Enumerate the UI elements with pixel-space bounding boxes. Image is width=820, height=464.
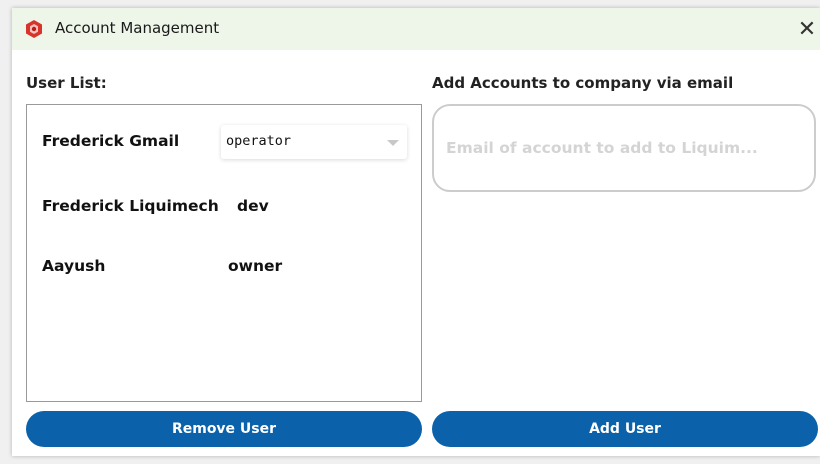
user-list-label: User List:	[26, 74, 107, 92]
close-button[interactable]: ✕	[794, 8, 820, 50]
app-logo-icon	[24, 19, 44, 39]
add-accounts-label: Add Accounts to company via email	[432, 74, 734, 92]
user-name: Frederick Gmail	[42, 132, 180, 150]
window-title: Account Management	[55, 19, 220, 37]
user-name: Aayush	[42, 257, 106, 275]
role-select-value: operator	[226, 133, 292, 149]
account-management-dialog: Account Management ✕ User List: Add Acco…	[12, 8, 820, 456]
close-icon: ✕	[797, 16, 817, 42]
chevron-down-icon	[387, 140, 399, 146]
user-name: Frederick Liquimech	[42, 197, 219, 215]
title-bar: Account Management ✕	[12, 8, 820, 50]
add-user-button[interactable]: Add User	[432, 411, 818, 447]
email-field[interactable]	[432, 104, 816, 192]
user-role: owner	[228, 257, 283, 275]
remove-user-button[interactable]: Remove User	[26, 411, 422, 447]
role-select[interactable]: operator	[221, 125, 407, 159]
user-list[interactable]: Frederick Gmail operator Frederick Liqui…	[26, 104, 422, 402]
user-role: dev	[237, 197, 269, 215]
